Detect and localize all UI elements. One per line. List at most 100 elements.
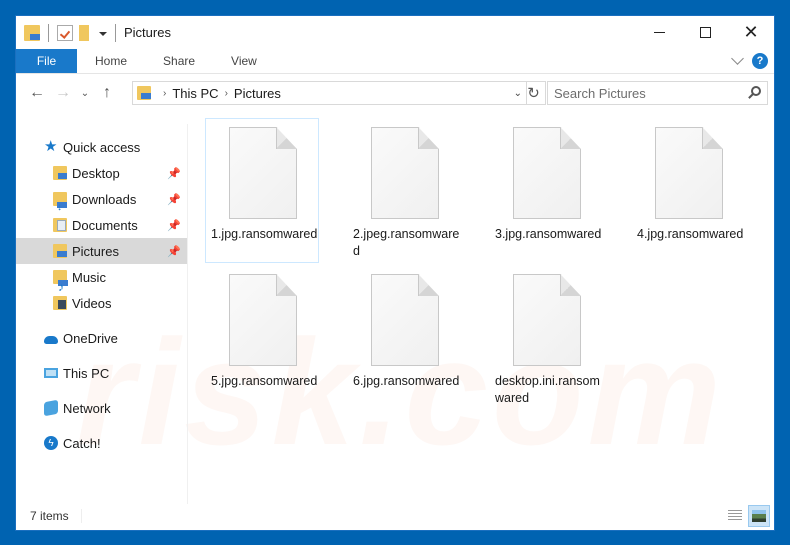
pin-icon[interactable]: 📌 — [167, 167, 181, 180]
file-name: 6.jpg.ransomwared — [353, 374, 460, 388]
tab-share[interactable]: Share — [145, 49, 213, 73]
folder-pictures-icon[interactable] — [24, 24, 40, 41]
recent-locations-button[interactable]: ⌄ — [76, 81, 94, 105]
nav-label: Network — [63, 400, 111, 416]
up-button[interactable]: ↑ — [94, 81, 120, 105]
search-icon[interactable] — [751, 86, 761, 96]
address-dropdown-icon[interactable]: ⌄ — [514, 88, 522, 99]
nav-label: Music — [72, 269, 106, 285]
file-item[interactable]: 1.jpg.ransomwared — [205, 118, 319, 263]
file-item[interactable]: desktop.ini.ransomwared — [489, 265, 603, 410]
minimize-button[interactable] — [636, 16, 682, 49]
file-item[interactable]: 3.jpg.ransomwared — [489, 118, 603, 263]
view-switcher — [724, 505, 770, 527]
file-item[interactable]: 6.jpg.ransomwared — [347, 265, 461, 410]
item-count: 7 items — [16, 509, 82, 523]
desktop-folder-icon — [53, 166, 67, 180]
nav-quick-access[interactable]: ★ Quick access — [16, 134, 187, 160]
status-bar: 7 items — [16, 502, 774, 530]
nav-pictures[interactable]: Pictures 📌 — [16, 238, 187, 264]
documents-folder-icon — [53, 218, 67, 232]
videos-folder-icon — [53, 296, 67, 310]
window-controls: ✕ — [636, 16, 774, 49]
file-name: 4.jpg.ransomwared — [637, 227, 744, 241]
expand-ribbon-icon[interactable] — [731, 52, 744, 65]
downloads-folder-icon — [53, 192, 67, 208]
nav-catch[interactable]: ϟ Catch! — [16, 430, 187, 456]
forward-button[interactable]: → — [50, 81, 76, 105]
ribbon-tabs: File Home Share View ? — [16, 49, 774, 74]
nav-music[interactable]: Music — [16, 264, 187, 290]
search-placeholder: Search Pictures — [554, 85, 646, 101]
maximize-button[interactable] — [682, 16, 728, 49]
network-icon — [44, 399, 58, 417]
window-title: Pictures — [124, 25, 171, 40]
customize-dropdown-icon[interactable] — [99, 31, 107, 36]
nav-label: This PC — [63, 365, 110, 381]
details-view-button[interactable] — [724, 505, 746, 527]
file-name: 2.jpeg.ransomwared — [353, 227, 460, 258]
refresh-button[interactable]: ↻ — [522, 81, 546, 105]
file-name: 5.jpg.ransomwared — [211, 374, 318, 388]
nav-label: Quick access — [63, 139, 141, 155]
close-button[interactable]: ✕ — [728, 16, 774, 49]
minimize-icon — [653, 32, 665, 33]
nav-videos[interactable]: Videos — [16, 290, 187, 316]
tab-view[interactable]: View — [213, 49, 275, 73]
breadcrumb-chevron-icon[interactable]: › — [225, 88, 228, 99]
large-icons-view-button[interactable] — [748, 505, 770, 527]
nav-label: Documents — [72, 217, 138, 233]
maximize-icon — [699, 27, 711, 38]
title-bar: Pictures ✕ — [16, 16, 774, 49]
tab-file[interactable]: File — [16, 49, 77, 73]
computer-icon — [44, 368, 58, 378]
navigation-pane: ★ Quick access Desktop 📌 Downloads 📌 Doc… — [16, 124, 188, 504]
tab-home[interactable]: Home — [77, 49, 145, 73]
new-folder-icon[interactable] — [79, 24, 89, 41]
ribbon-right: ? — [731, 49, 774, 73]
nav-desktop[interactable]: Desktop 📌 — [16, 160, 187, 186]
file-explorer-window: risk.com Pictures ✕ File Home Share View… — [15, 15, 775, 531]
nav-onedrive[interactable]: OneDrive — [16, 325, 187, 351]
address-bar[interactable]: › This PC › Pictures ⌄ — [132, 81, 527, 105]
nav-label: Downloads — [72, 191, 137, 207]
file-item[interactable]: 2.jpeg.ransomwared — [347, 118, 461, 263]
music-folder-icon — [53, 270, 68, 286]
navigation-row: ← → ⌄ ↑ › This PC › Pictures ⌄ ↻ Search … — [16, 80, 774, 106]
back-button[interactable]: ← — [24, 81, 50, 105]
file-name: desktop.ini.ransomwared — [495, 374, 600, 405]
properties-icon[interactable] — [57, 24, 73, 41]
pin-icon[interactable]: 📌 — [167, 193, 181, 206]
pin-icon[interactable]: 📌 — [167, 245, 181, 258]
large-icons-view-icon — [752, 510, 766, 522]
onedrive-icon — [44, 336, 58, 344]
close-icon: ✕ — [743, 21, 759, 43]
search-input[interactable]: Search Pictures — [547, 81, 768, 105]
breadcrumb-chevron-icon[interactable]: › — [163, 88, 166, 99]
nav-label: Catch! — [63, 435, 101, 451]
nav-label: Desktop — [72, 165, 120, 181]
file-item[interactable]: 5.jpg.ransomwared — [205, 265, 319, 410]
nav-downloads[interactable]: Downloads 📌 — [16, 186, 187, 212]
file-name: 1.jpg.ransomwared — [211, 227, 318, 241]
file-name: 3.jpg.ransomwared — [495, 227, 602, 241]
nav-network[interactable]: Network — [16, 395, 187, 421]
file-list: 1.jpg.ransomwared 2.jpeg.ransomwared 3.j… — [189, 118, 774, 508]
nav-label: Videos — [72, 295, 112, 311]
breadcrumb-this-pc[interactable]: This PC — [172, 86, 218, 101]
divider — [48, 23, 49, 42]
nav-label: Pictures — [72, 243, 119, 259]
pictures-folder-icon — [137, 86, 151, 100]
details-view-icon — [728, 510, 742, 522]
file-item[interactable]: 4.jpg.ransomwared — [631, 118, 745, 263]
pin-icon[interactable]: 📌 — [167, 219, 181, 232]
star-icon: ★ — [44, 138, 58, 155]
divider — [115, 23, 116, 42]
help-icon[interactable]: ? — [752, 53, 768, 69]
breadcrumb-pictures[interactable]: Pictures — [234, 86, 281, 101]
nav-documents[interactable]: Documents 📌 — [16, 212, 187, 238]
quick-access-toolbar: Pictures — [16, 16, 171, 49]
pictures-folder-icon — [53, 244, 67, 258]
catch-app-icon: ϟ — [44, 436, 58, 450]
nav-this-pc[interactable]: This PC — [16, 360, 187, 386]
